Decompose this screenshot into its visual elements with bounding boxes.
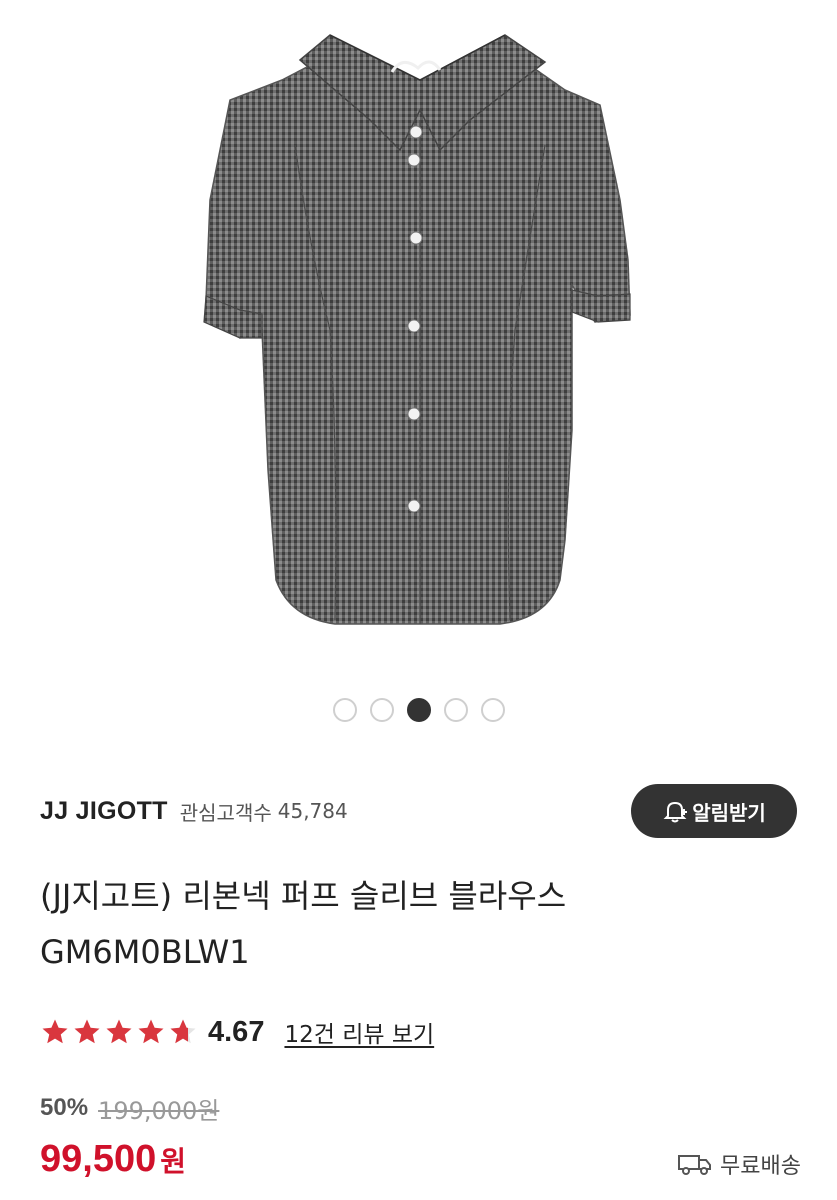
gallery-dot[interactable] [369, 698, 394, 722]
fans-count: 45,784 [277, 799, 348, 823]
star-half-icon [170, 1019, 196, 1044]
star-icon [74, 1019, 100, 1044]
review-link[interactable]: 12건 리뷰 보기 [284, 1015, 434, 1049]
rating-row: 4.67 12건 리뷰 보기 [40, 1010, 434, 1054]
gallery-dot-active[interactable] [406, 698, 431, 722]
gallery-dot[interactable] [443, 698, 468, 722]
sale-price: 99,500 [40, 1138, 157, 1180]
product-title: (JJ지고트) 리본넥 퍼프 슬리브 블라우스 GM6M0BLW1 [40, 868, 800, 980]
brand-name[interactable]: JJ JIGOTT [40, 797, 168, 826]
product-image[interactable] [0, 0, 837, 680]
fans-label: 관심고객수 [179, 800, 272, 825]
star-icon [138, 1019, 164, 1044]
product-title-line1: (JJ지고트) 리본넥 퍼프 슬리브 블라우스 [40, 877, 567, 915]
rating-value: 4.67 [208, 1015, 265, 1048]
gallery-dot[interactable] [480, 698, 505, 722]
gallery-pagination [0, 698, 837, 722]
shipping-info: 무료배송 [678, 1146, 801, 1182]
rating-stars [40, 1017, 198, 1047]
gallery-dot[interactable] [332, 698, 357, 722]
brand-row: JJ JIGOTT 관심고객수 45,784 알림받기 [40, 784, 797, 838]
original-price: 199,000원 [98, 1096, 220, 1125]
alert-subscribe-button[interactable]: 알림받기 [631, 784, 797, 838]
star-icon [42, 1019, 68, 1044]
bell-plus-icon [663, 801, 688, 823]
discount-rate: 50% [40, 1094, 89, 1121]
product-gallery[interactable] [0, 0, 837, 760]
price-original-row: 50% 199,000원 [40, 1088, 219, 1128]
sale-price-row: 99,500 원 [40, 1138, 186, 1188]
alert-button-label: 알림받기 [692, 800, 766, 825]
truck-icon [678, 1155, 712, 1175]
star-icon [106, 1019, 132, 1044]
product-code: GM6M0BLW1 [40, 933, 250, 971]
shipping-label: 무료배송 [720, 1154, 801, 1179]
sale-currency: 원 [160, 1145, 186, 1178]
